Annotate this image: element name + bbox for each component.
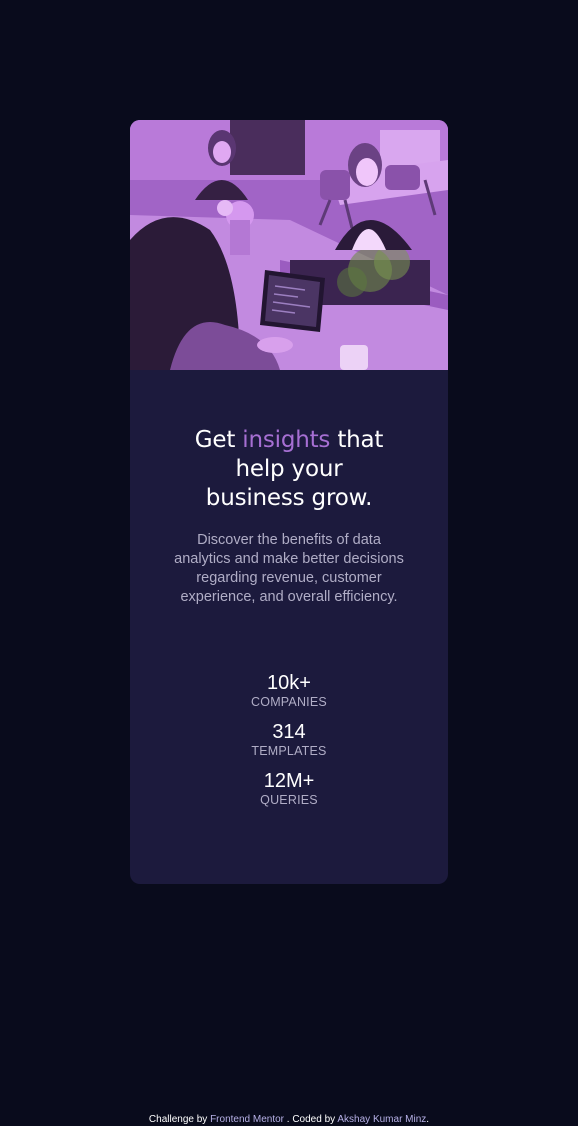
stats-list: 10k+ COMPANIES 314 TEMPLATES 12M+ QUERIE… — [130, 671, 448, 808]
stat-queries: 12M+ QUERIES — [130, 769, 448, 808]
stat-label: TEMPLATES — [251, 744, 327, 758]
footer-prefix: Challenge by — [148, 1114, 211, 1125]
stat-templates: 314 TEMPLATES — [130, 720, 448, 759]
hero-office-illustration — [130, 120, 448, 370]
stat-label: COMPANIES — [251, 695, 327, 709]
attribution-footer: Challenge by Frontend Mentor . Coded by … — [0, 1114, 578, 1126]
headline-line-2: help your — [235, 456, 343, 482]
footer-suffix: . — [426, 1114, 430, 1125]
stat-label: QUERIES — [260, 793, 318, 807]
card-content: Get insights that help your business gro… — [130, 426, 448, 808]
headline: Get insights that help your business gro… — [130, 426, 448, 513]
author-link[interactable]: Akshay Kumar Minz — [337, 1114, 426, 1125]
headline-accent: insights — [242, 427, 331, 453]
stat-companies: 10k+ COMPANIES — [130, 671, 448, 710]
headline-line-3: business grow. — [205, 485, 373, 511]
stat-value: 12M+ — [263, 770, 315, 792]
headline-pre: Get — [194, 427, 243, 453]
headline-line-1: Get insights that — [130, 426, 448, 455]
hero-image — [130, 120, 448, 370]
frontend-mentor-link[interactable]: Frontend Mentor — [210, 1114, 284, 1125]
stat-value: 10k+ — [267, 672, 311, 694]
description: Discover the benefits of data analytics … — [174, 532, 404, 605]
headline-post: that — [330, 427, 384, 453]
stats-preview-card: Get insights that help your business gro… — [130, 120, 448, 884]
footer-middle: . Coded by — [284, 1114, 338, 1125]
stat-value: 314 — [272, 721, 306, 743]
